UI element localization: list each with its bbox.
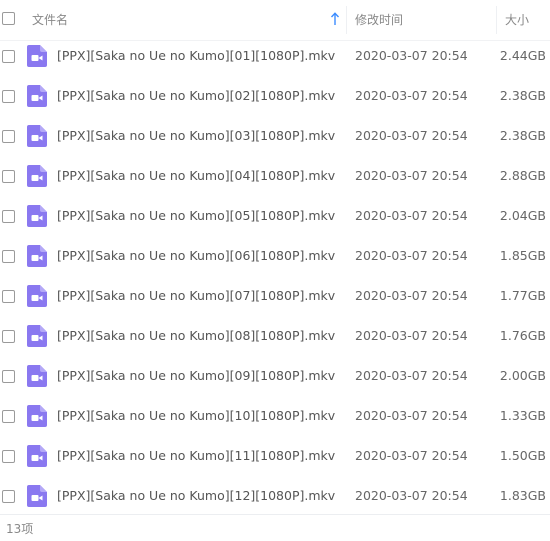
item-count: 13项: [6, 522, 34, 536]
file-name[interactable]: [PPX][Saka no Ue no Kumo][09][1080P].mkv: [57, 356, 335, 396]
footer-divider: [0, 514, 550, 515]
file-modified-date: 2020-03-07 20:54: [355, 248, 468, 263]
video-file-icon: [27, 85, 47, 107]
file-size: 1.77GB: [499, 288, 546, 303]
video-file-icon: [27, 445, 47, 467]
file-name[interactable]: [PPX][Saka no Ue no Kumo][06][1080P].mkv: [57, 236, 335, 276]
file-row[interactable]: [PPX][Saka no Ue no Kumo][10][1080P].mkv…: [0, 396, 550, 436]
row-checkbox[interactable]: [2, 170, 15, 183]
video-file-icon: [27, 125, 47, 147]
video-file-icon: [27, 205, 47, 227]
file-modified-date: 2020-03-07 20:54: [355, 208, 468, 223]
file-name[interactable]: [PPX][Saka no Ue no Kumo][10][1080P].mkv: [57, 396, 335, 436]
column-header-date[interactable]: 修改时间: [355, 0, 403, 40]
file-row[interactable]: [PPX][Saka no Ue no Kumo][06][1080P].mkv…: [0, 236, 550, 276]
file-row[interactable]: [PPX][Saka no Ue no Kumo][11][1080P].mkv…: [0, 436, 550, 476]
row-checkbox[interactable]: [2, 210, 15, 223]
column-divider[interactable]: [496, 6, 497, 34]
file-modified-date: 2020-03-07 20:54: [355, 328, 468, 343]
file-size: 2.00GB: [499, 368, 546, 383]
column-header-size[interactable]: 大小: [505, 0, 529, 40]
file-size: 1.83GB: [499, 488, 546, 503]
row-checkbox[interactable]: [2, 330, 15, 343]
file-size: 2.44GB: [499, 48, 546, 63]
file-rows: [PPX][Saka no Ue no Kumo][01][1080P].mkv…: [0, 36, 550, 516]
file-row[interactable]: [PPX][Saka no Ue no Kumo][05][1080P].mkv…: [0, 196, 550, 236]
file-modified-date: 2020-03-07 20:54: [355, 168, 468, 183]
row-checkbox[interactable]: [2, 250, 15, 263]
video-file-icon: [27, 45, 47, 67]
file-name[interactable]: [PPX][Saka no Ue no Kumo][04][1080P].mkv: [57, 156, 335, 196]
file-modified-date: 2020-03-07 20:54: [355, 88, 468, 103]
file-size: 2.88GB: [499, 168, 546, 183]
file-modified-date: 2020-03-07 20:54: [355, 488, 468, 503]
row-checkbox[interactable]: [2, 290, 15, 303]
file-name[interactable]: [PPX][Saka no Ue no Kumo][05][1080P].mkv: [57, 196, 335, 236]
row-checkbox[interactable]: [2, 410, 15, 423]
row-checkbox[interactable]: [2, 50, 15, 63]
file-row[interactable]: [PPX][Saka no Ue no Kumo][08][1080P].mkv…: [0, 316, 550, 356]
row-checkbox[interactable]: [2, 490, 15, 503]
video-file-icon: [27, 325, 47, 347]
arrow-up-icon[interactable]: [330, 12, 340, 26]
video-file-icon: [27, 365, 47, 387]
file-name[interactable]: [PPX][Saka no Ue no Kumo][03][1080P].mkv: [57, 116, 335, 156]
file-row[interactable]: [PPX][Saka no Ue no Kumo][01][1080P].mkv…: [0, 36, 550, 76]
video-file-icon: [27, 285, 47, 307]
file-modified-date: 2020-03-07 20:54: [355, 288, 468, 303]
row-checkbox[interactable]: [2, 90, 15, 103]
file-size: 1.85GB: [499, 248, 546, 263]
file-row[interactable]: [PPX][Saka no Ue no Kumo][03][1080P].mkv…: [0, 116, 550, 156]
file-size: 1.76GB: [499, 328, 546, 343]
video-file-icon: [27, 245, 47, 267]
file-name[interactable]: [PPX][Saka no Ue no Kumo][08][1080P].mkv: [57, 316, 335, 356]
file-modified-date: 2020-03-07 20:54: [355, 448, 468, 463]
row-checkbox[interactable]: [2, 130, 15, 143]
file-row[interactable]: [PPX][Saka no Ue no Kumo][07][1080P].mkv…: [0, 276, 550, 316]
file-size: 1.33GB: [499, 408, 546, 423]
file-modified-date: 2020-03-07 20:54: [355, 408, 468, 423]
video-file-icon: [27, 485, 47, 507]
file-row[interactable]: [PPX][Saka no Ue no Kumo][04][1080P].mkv…: [0, 156, 550, 196]
column-header-name[interactable]: 文件名: [32, 0, 68, 40]
file-row[interactable]: [PPX][Saka no Ue no Kumo][12][1080P].mkv…: [0, 476, 550, 516]
file-list: 文件名 修改时间 大小 [PPX][Saka no Ue no Kumo][01…: [0, 0, 550, 541]
file-size: 2.38GB: [499, 88, 546, 103]
file-size: 1.50GB: [499, 448, 546, 463]
row-checkbox[interactable]: [2, 450, 15, 463]
file-row[interactable]: [PPX][Saka no Ue no Kumo][02][1080P].mkv…: [0, 76, 550, 116]
row-checkbox[interactable]: [2, 370, 15, 383]
file-name[interactable]: [PPX][Saka no Ue no Kumo][12][1080P].mkv: [57, 476, 335, 516]
file-name[interactable]: [PPX][Saka no Ue no Kumo][11][1080P].mkv: [57, 436, 335, 476]
file-modified-date: 2020-03-07 20:54: [355, 48, 468, 63]
file-modified-date: 2020-03-07 20:54: [355, 128, 468, 143]
file-name[interactable]: [PPX][Saka no Ue no Kumo][07][1080P].mkv: [57, 276, 335, 316]
video-file-icon: [27, 405, 47, 427]
file-name[interactable]: [PPX][Saka no Ue no Kumo][02][1080P].mkv: [57, 76, 335, 116]
video-file-icon: [27, 165, 47, 187]
file-size: 2.04GB: [499, 208, 546, 223]
select-all-checkbox[interactable]: [2, 12, 15, 25]
file-size: 2.38GB: [499, 128, 546, 143]
file-modified-date: 2020-03-07 20:54: [355, 368, 468, 383]
list-header: 文件名 修改时间 大小: [0, 0, 550, 41]
file-name[interactable]: [PPX][Saka no Ue no Kumo][01][1080P].mkv: [57, 36, 335, 76]
file-row[interactable]: [PPX][Saka no Ue no Kumo][09][1080P].mkv…: [0, 356, 550, 396]
column-divider[interactable]: [346, 6, 347, 34]
